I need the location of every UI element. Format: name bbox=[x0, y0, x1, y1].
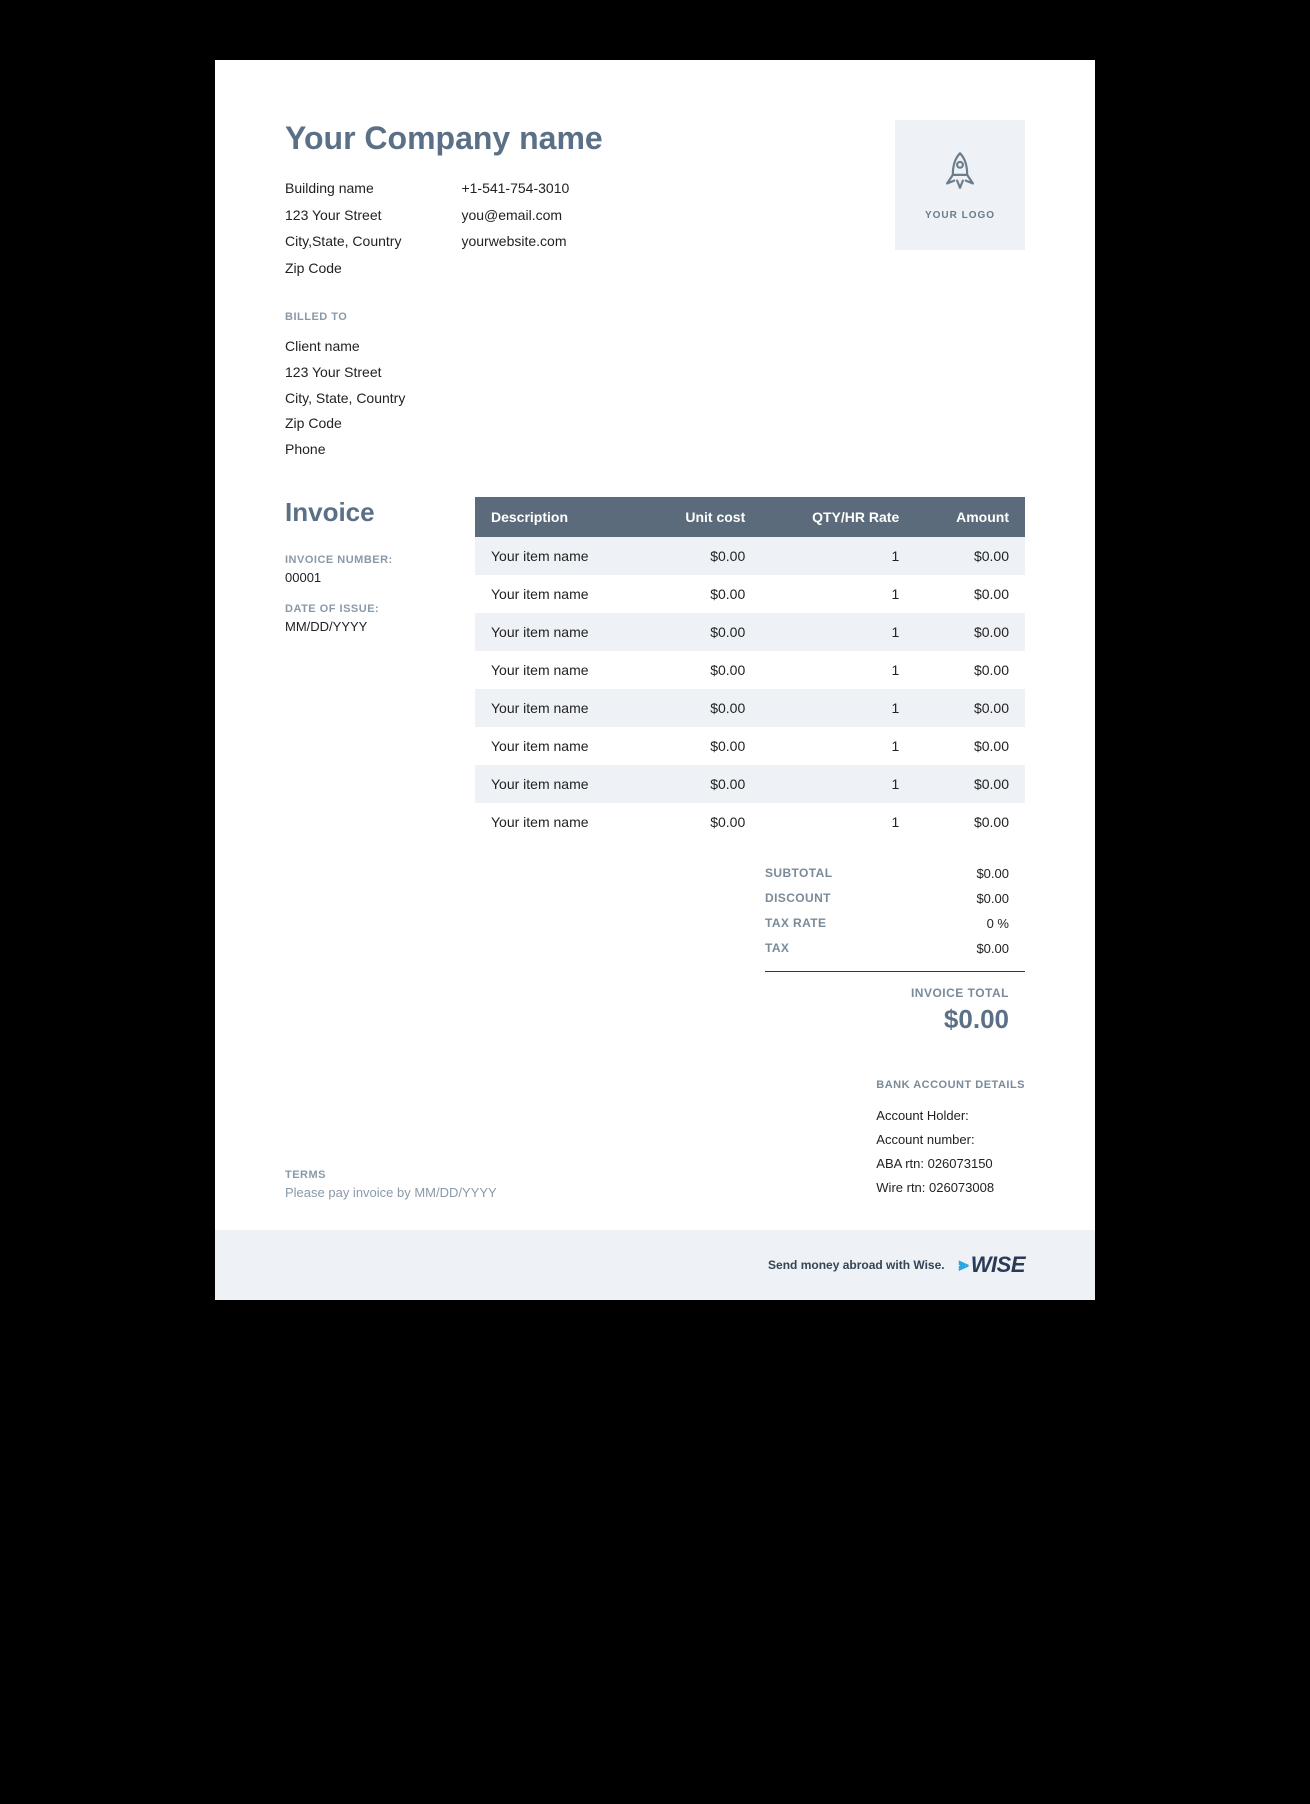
billed-to-block: BILLED TO Client name 123 Your Street Ci… bbox=[285, 307, 1025, 463]
terms-text: Please pay invoice by MM/DD/YYYY bbox=[285, 1185, 497, 1200]
cell-unit: $0.00 bbox=[642, 651, 761, 689]
invoice-number-label: INVOICE NUMBER: bbox=[285, 554, 455, 566]
invoice-meta: Invoice INVOICE NUMBER: 00001 DATE OF IS… bbox=[285, 497, 455, 652]
bank-label: BANK ACCOUNT DETAILS bbox=[876, 1075, 1025, 1095]
cell-desc: Your item name bbox=[475, 537, 642, 575]
cell-amount: $0.00 bbox=[915, 803, 1025, 841]
terms-block: TERMS Please pay invoice by MM/DD/YYYY bbox=[285, 1169, 497, 1200]
footer-text: Send money abroad with Wise. bbox=[768, 1258, 945, 1272]
wise-arrows-icon: ⫸ bbox=[959, 1254, 965, 1275]
subtotal-label: SUBTOTAL bbox=[765, 866, 832, 881]
contact-phone: +1-541-754-3010 bbox=[461, 175, 569, 202]
invoice-page: Your Company name Building name 123 Your… bbox=[215, 60, 1095, 1300]
cell-qty: 1 bbox=[761, 803, 915, 841]
client-name: Client name bbox=[285, 334, 1025, 360]
address-zip: Zip Code bbox=[285, 255, 401, 282]
bank-wire: Wire rtn: 026073008 bbox=[876, 1176, 1025, 1200]
col-qty: QTY/HR Rate bbox=[761, 497, 915, 537]
table-row: Your item name$0.001$0.00 bbox=[475, 689, 1025, 727]
cell-desc: Your item name bbox=[475, 689, 642, 727]
contact-email: you@email.com bbox=[461, 202, 569, 229]
cell-desc: Your item name bbox=[475, 803, 642, 841]
invoice-total-label: INVOICE TOTAL bbox=[765, 986, 1009, 1000]
cell-amount: $0.00 bbox=[915, 537, 1025, 575]
cell-desc: Your item name bbox=[475, 613, 642, 651]
logo-label: YOUR LOGO bbox=[925, 210, 995, 221]
taxrate-label: TAX RATE bbox=[765, 916, 826, 931]
table-row: Your item name$0.001$0.00 bbox=[475, 575, 1025, 613]
totals-block: SUBTOTAL $0.00 DISCOUNT $0.00 TAX RATE 0… bbox=[475, 861, 1025, 1035]
company-address: Building name 123 Your Street City,State… bbox=[285, 175, 401, 281]
client-street: 123 Your Street bbox=[285, 360, 1025, 386]
wise-brand-text: WISE bbox=[971, 1252, 1025, 1278]
subtotal-value: $0.00 bbox=[976, 866, 1009, 881]
footer: Send money abroad with Wise. ⫸ WISE bbox=[215, 1230, 1095, 1300]
tax-label: TAX bbox=[765, 941, 789, 956]
rocket-icon bbox=[937, 149, 983, 200]
cell-amount: $0.00 bbox=[915, 651, 1025, 689]
cell-unit: $0.00 bbox=[642, 537, 761, 575]
company-contact: +1-541-754-3010 you@email.com yourwebsit… bbox=[461, 175, 569, 281]
client-phone: Phone bbox=[285, 437, 1025, 463]
invoice-date-label: DATE OF ISSUE: bbox=[285, 603, 455, 615]
cell-unit: $0.00 bbox=[642, 727, 761, 765]
table-row: Your item name$0.001$0.00 bbox=[475, 803, 1025, 841]
company-name: Your Company name bbox=[285, 120, 895, 157]
cell-qty: 1 bbox=[761, 651, 915, 689]
cell-desc: Your item name bbox=[475, 727, 642, 765]
client-city: City, State, Country bbox=[285, 386, 1025, 412]
cell-unit: $0.00 bbox=[642, 765, 761, 803]
cell-qty: 1 bbox=[761, 575, 915, 613]
header: Your Company name Building name 123 Your… bbox=[285, 120, 1025, 281]
invoice-date: MM/DD/YYYY bbox=[285, 619, 455, 634]
wise-logo: ⫸ WISE bbox=[959, 1252, 1025, 1278]
bank-number: Account number: bbox=[876, 1128, 1025, 1152]
cell-amount: $0.00 bbox=[915, 689, 1025, 727]
col-description: Description bbox=[475, 497, 642, 537]
discount-value: $0.00 bbox=[976, 891, 1009, 906]
table-row: Your item name$0.001$0.00 bbox=[475, 613, 1025, 651]
col-amount: Amount bbox=[915, 497, 1025, 537]
cell-qty: 1 bbox=[761, 613, 915, 651]
cell-unit: $0.00 bbox=[642, 803, 761, 841]
col-unit-cost: Unit cost bbox=[642, 497, 761, 537]
cell-desc: Your item name bbox=[475, 575, 642, 613]
table-row: Your item name$0.001$0.00 bbox=[475, 765, 1025, 803]
cell-amount: $0.00 bbox=[915, 765, 1025, 803]
terms-label: TERMS bbox=[285, 1169, 497, 1181]
cell-amount: $0.00 bbox=[915, 575, 1025, 613]
cell-unit: $0.00 bbox=[642, 575, 761, 613]
invoice-title: Invoice bbox=[285, 497, 455, 528]
invoice-number: 00001 bbox=[285, 570, 455, 585]
address-street: 123 Your Street bbox=[285, 202, 401, 229]
logo-placeholder: YOUR LOGO bbox=[895, 120, 1025, 250]
table-row: Your item name$0.001$0.00 bbox=[475, 651, 1025, 689]
cell-desc: Your item name bbox=[475, 651, 642, 689]
bank-aba: ABA rtn: 026073150 bbox=[876, 1152, 1025, 1176]
items-table: Description Unit cost QTY/HR Rate Amount… bbox=[475, 497, 1025, 841]
cell-qty: 1 bbox=[761, 689, 915, 727]
cell-amount: $0.00 bbox=[915, 727, 1025, 765]
tax-value: $0.00 bbox=[976, 941, 1009, 956]
cell-unit: $0.00 bbox=[642, 689, 761, 727]
bank-details: BANK ACCOUNT DETAILS Account Holder: Acc… bbox=[876, 1075, 1025, 1200]
taxrate-value: 0 % bbox=[987, 916, 1009, 931]
address-building: Building name bbox=[285, 175, 401, 202]
invoice-total-value: $0.00 bbox=[944, 1004, 1009, 1034]
contact-website: yourwebsite.com bbox=[461, 228, 569, 255]
client-zip: Zip Code bbox=[285, 411, 1025, 437]
cell-qty: 1 bbox=[761, 537, 915, 575]
cell-desc: Your item name bbox=[475, 765, 642, 803]
table-row: Your item name$0.001$0.00 bbox=[475, 537, 1025, 575]
table-row: Your item name$0.001$0.00 bbox=[475, 727, 1025, 765]
bank-holder: Account Holder: bbox=[876, 1104, 1025, 1128]
billed-to-label: BILLED TO bbox=[285, 307, 1025, 327]
address-city: City,State, Country bbox=[285, 228, 401, 255]
cell-qty: 1 bbox=[761, 727, 915, 765]
cell-qty: 1 bbox=[761, 765, 915, 803]
cell-amount: $0.00 bbox=[915, 613, 1025, 651]
cell-unit: $0.00 bbox=[642, 613, 761, 651]
discount-label: DISCOUNT bbox=[765, 891, 831, 906]
